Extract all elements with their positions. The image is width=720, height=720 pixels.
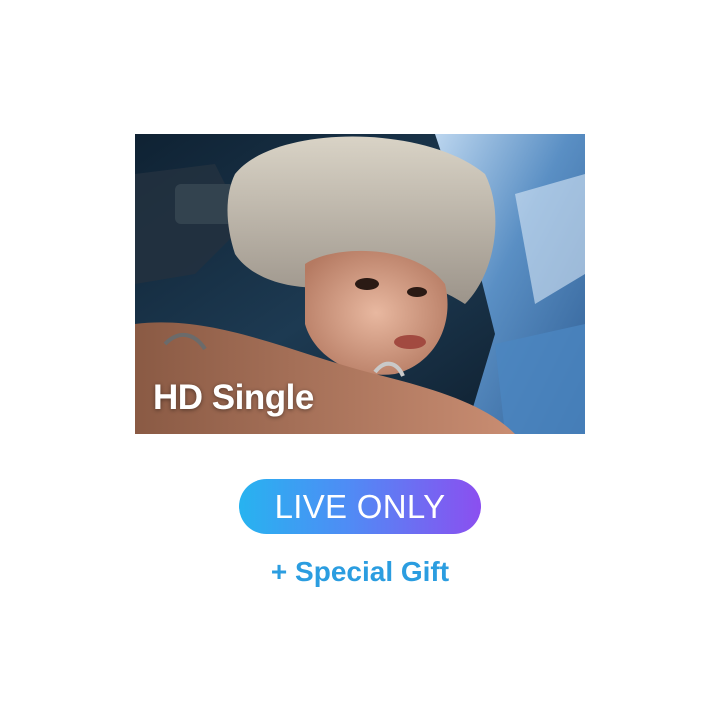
- photo-caption: HD Single: [153, 378, 314, 417]
- live-only-badge: LIVE ONLY: [239, 479, 481, 534]
- product-card: HD Single LIVE ONLY + Special Gift: [0, 0, 720, 720]
- product-photo[interactable]: HD Single: [135, 134, 585, 434]
- special-gift-label: + Special Gift: [270, 556, 450, 587]
